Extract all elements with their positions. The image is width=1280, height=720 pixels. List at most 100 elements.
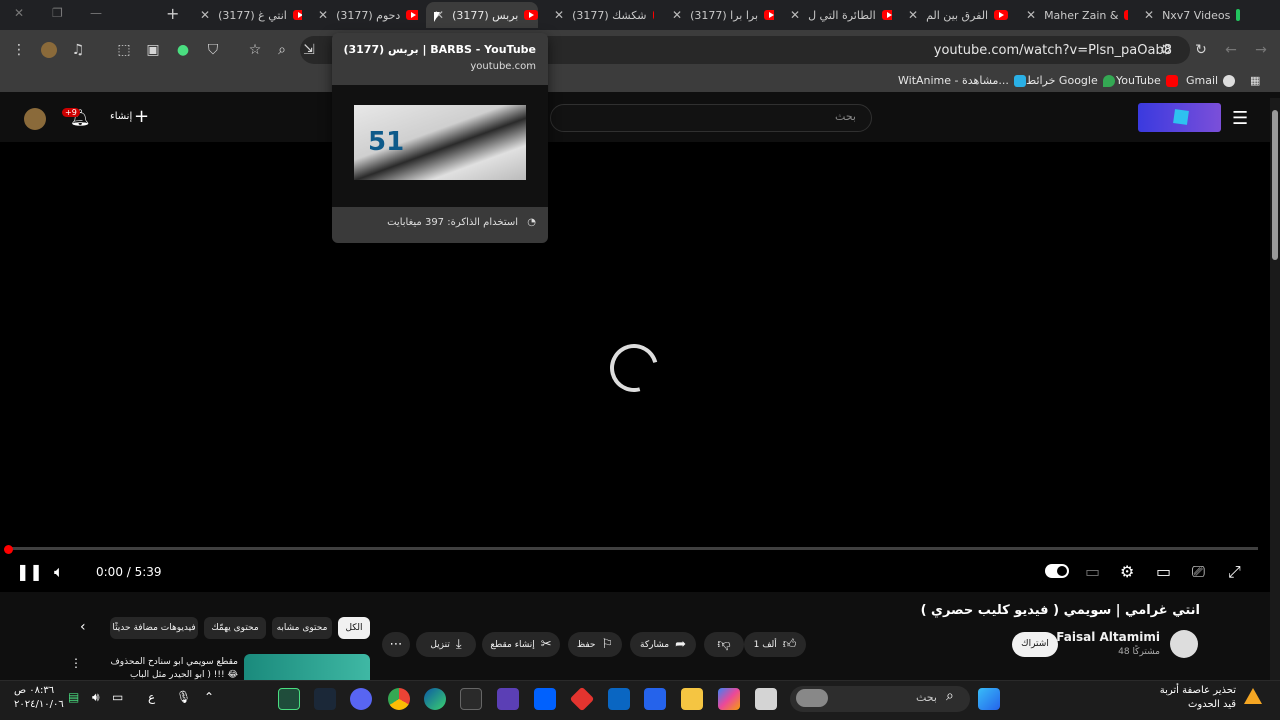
subscribe-button[interactable]: اشتراك xyxy=(1012,632,1058,657)
dislike-button[interactable]: 👎︎ xyxy=(704,632,744,657)
tab-7[interactable]: ✕ الفرق بين الم xyxy=(900,2,1010,28)
theater-mode-icon[interactable]: ▭ xyxy=(1156,562,1171,581)
url-text[interactable]: youtube.com/watch?v=Plsn_paOab8 xyxy=(934,43,1172,58)
new-tab-button[interactable]: + xyxy=(166,4,179,23)
chip-all[interactable]: الكل xyxy=(338,617,370,639)
tab-close-icon[interactable]: ✕ xyxy=(790,8,800,22)
window-close-icon[interactable]: ✕ xyxy=(14,6,24,20)
scrollbar-thumb[interactable] xyxy=(1272,110,1278,260)
related-video-menu-icon[interactable]: ⋮ xyxy=(70,656,82,670)
scrubber-handle[interactable] xyxy=(4,545,13,554)
dropbox-icon[interactable] xyxy=(534,688,556,710)
chip-similar[interactable]: محتوى مشابه xyxy=(272,617,332,639)
extension-shield-icon[interactable]: ● xyxy=(172,39,194,61)
tab-8[interactable]: ✕ Maher Zain & xyxy=(1018,2,1128,28)
tray-overflow-chevron-icon[interactable]: ⌃ xyxy=(204,690,214,704)
profile-avatar-icon[interactable] xyxy=(38,39,60,61)
window-maximize-icon[interactable]: ❐ xyxy=(52,6,63,20)
account-avatar[interactable] xyxy=(24,108,46,130)
tray-app-icon[interactable]: ▤ xyxy=(68,690,79,704)
bookmark-google-maps[interactable]: خرائط Google xyxy=(1026,74,1115,87)
promo-banner[interactable] xyxy=(1138,103,1221,132)
share-button[interactable]: مشاركة ➦ xyxy=(630,632,696,657)
weather-widget[interactable]: تحذير عاصفة أتربة قيد الحدوث xyxy=(1160,684,1236,712)
privacy-shield-icon[interactable]: ⛉ xyxy=(202,39,224,61)
tab-close-icon[interactable]: ✕ xyxy=(672,8,682,22)
bookmark-youtube[interactable]: YouTube xyxy=(1116,74,1178,87)
extension-app-icon[interactable]: ▣ xyxy=(142,39,164,61)
microsoft-store-icon[interactable] xyxy=(644,688,666,710)
chip-for-you[interactable]: محتوى يهمّك xyxy=(204,617,266,639)
related-video-title[interactable]: مقطع سويمي ابو سنادح المحذوف !!! ( ابو ا… xyxy=(98,656,238,682)
back-arrow-icon[interactable]: ← xyxy=(1220,39,1242,61)
fullscreen-icon[interactable]: ⤢ xyxy=(1228,562,1241,582)
install-app-icon[interactable]: ⇲ xyxy=(298,39,320,61)
window-minimize-icon[interactable]: — xyxy=(90,6,102,20)
copilot-icon[interactable] xyxy=(718,688,740,710)
save-button[interactable]: حفظ ⚐ xyxy=(568,632,622,657)
tab-close-icon[interactable]: ✕ xyxy=(908,8,918,22)
pause-icon[interactable]: ❚❚ xyxy=(16,562,43,581)
cast-icon[interactable]: ⎚ xyxy=(1192,562,1205,582)
search-placeholder: بحث xyxy=(835,110,856,123)
extensions-icon[interactable]: ⬚ xyxy=(113,39,135,61)
autoplay-toggle[interactable] xyxy=(1045,564,1069,578)
related-video-thumbnail[interactable] xyxy=(244,654,370,682)
windows-start-icon[interactable] xyxy=(978,688,1000,710)
tab-1[interactable]: ✕ (3177) انتي غ xyxy=(192,2,302,28)
file-explorer-icon[interactable] xyxy=(681,688,703,710)
tab-3-active[interactable]: ✕ (3177) بربس xyxy=(426,2,538,28)
tab-close-icon[interactable]: ✕ xyxy=(200,8,210,22)
tab-close-icon[interactable]: ✕ xyxy=(1144,8,1154,22)
outlook-icon[interactable] xyxy=(608,688,630,710)
tab-close-icon[interactable]: ✕ xyxy=(318,8,328,22)
create-plus-icon[interactable]: + xyxy=(134,106,149,127)
volume-tray-icon[interactable]: 🔊︎ xyxy=(92,690,100,705)
menu-kebab-icon[interactable]: ⋮ xyxy=(8,39,30,61)
apps-grid-icon[interactable]: ▦ xyxy=(1250,74,1260,87)
network-tray-icon[interactable]: ▭ xyxy=(112,690,123,704)
chips-prev-arrow-icon[interactable]: ‹ xyxy=(80,619,86,635)
tab-close-icon[interactable]: ✕ xyxy=(1026,8,1036,22)
microphone-tray-icon[interactable]: 🎙︎ xyxy=(176,690,191,704)
visual-studio-icon[interactable] xyxy=(497,688,519,710)
subtitles-icon[interactable]: ▭ xyxy=(1085,562,1100,581)
discord-icon[interactable] xyxy=(350,688,372,710)
tab-5[interactable]: ✕ (3177) برا برا xyxy=(664,2,774,28)
taskbar-search-icon: ⌕ xyxy=(946,688,954,704)
channel-avatar[interactable] xyxy=(1170,630,1198,658)
channel-name[interactable]: Faisal Altamimi xyxy=(1056,630,1160,644)
bookmark-gmail[interactable]: Gmail xyxy=(1186,74,1236,87)
chip-recently-uploaded[interactable]: فيديوهات مضافة حديثًا xyxy=(110,617,198,639)
taskbar-clock[interactable]: ٠٨:٣٦ ص ٢٠٢٤/١٠/٠٦ xyxy=(14,684,64,712)
more-actions-button[interactable]: ⋯ xyxy=(382,632,410,657)
tab-4[interactable]: ✕ (3177) شكشك xyxy=(546,2,654,28)
chrome-icon[interactable] xyxy=(388,688,410,710)
download-button[interactable]: تنزيل ⤓ xyxy=(416,632,476,657)
window-app-icon[interactable] xyxy=(755,688,777,710)
bookmark-star-icon[interactable]: ☆ xyxy=(244,39,266,61)
create-label[interactable]: إنشاء xyxy=(110,111,132,122)
clip-button[interactable]: إنشاء مقطع ✂ xyxy=(482,632,560,657)
tab-9[interactable]: ✕ Nxv7 Videos xyxy=(1136,2,1246,28)
reload-icon[interactable]: ↻ xyxy=(1190,39,1212,61)
tab-6[interactable]: ✕ الطائرة التي ل xyxy=(782,2,892,28)
like-button[interactable]: 1 ألف 👍︎ xyxy=(744,632,806,657)
taskbar-app-active-icon[interactable] xyxy=(278,688,300,710)
settings-gear-icon[interactable]: ⚙ xyxy=(1120,562,1134,581)
epic-games-icon[interactable] xyxy=(460,688,482,710)
input-language[interactable]: ع xyxy=(148,690,155,704)
bookmark-witanime[interactable]: WitAnime - مشاهدة... xyxy=(898,74,1026,87)
zoom-search-icon[interactable]: ⌕ xyxy=(271,39,293,61)
edge-icon[interactable] xyxy=(424,688,446,710)
site-settings-icon[interactable]: ⚙ xyxy=(1155,39,1177,61)
media-control-icon[interactable]: ♫ xyxy=(67,39,89,61)
volume-icon[interactable]: 🔈︎ xyxy=(54,562,64,582)
progress-bar[interactable] xyxy=(8,547,1258,550)
forward-arrow-icon[interactable]: → xyxy=(1250,39,1272,61)
search-input[interactable] xyxy=(550,104,872,132)
tab-2[interactable]: ✕ (3177) دحوم xyxy=(310,2,418,28)
hamburger-menu-icon[interactable]: ☰ xyxy=(1232,108,1248,129)
tab-close-icon[interactable]: ✕ xyxy=(554,8,564,22)
steam-icon[interactable] xyxy=(314,688,336,710)
